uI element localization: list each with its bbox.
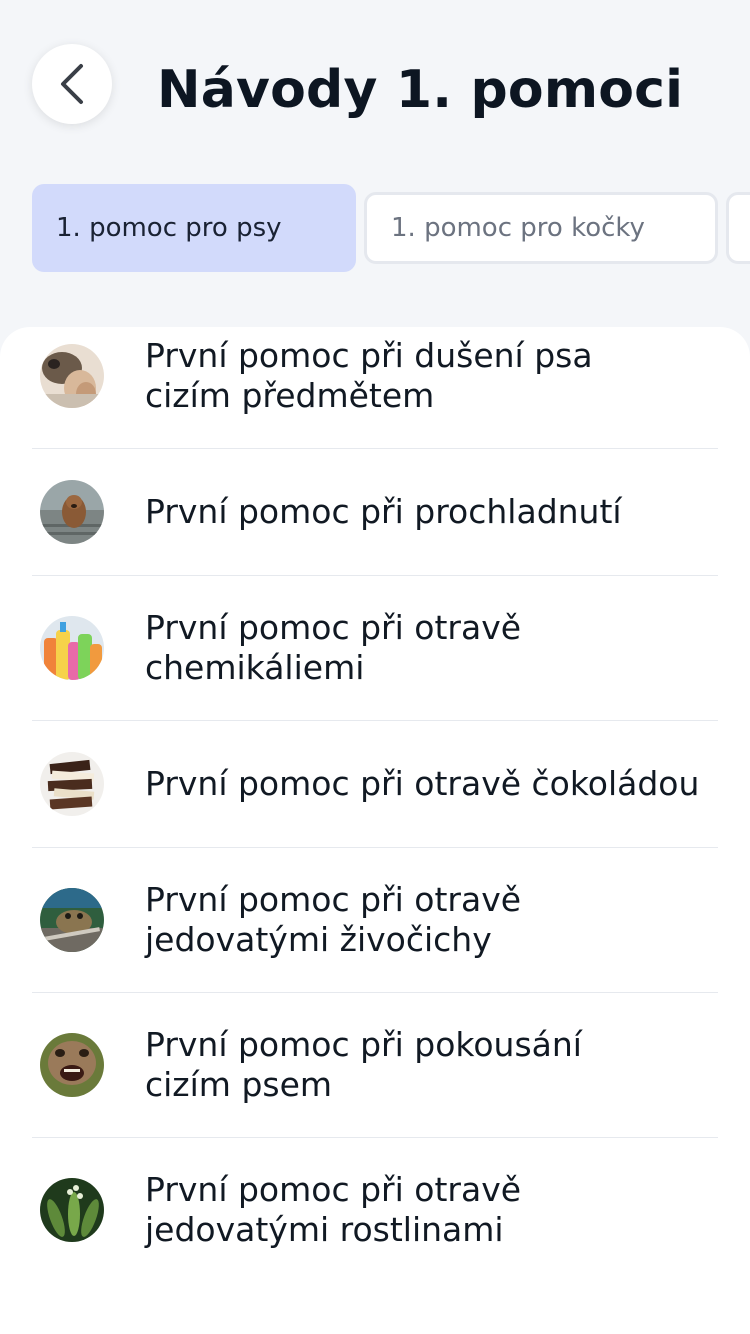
tab-cats[interactable]: 1. pomoc pro kočky — [364, 192, 718, 264]
list-item[interactable]: První pomoc při otravě jedovatými živoči… — [32, 848, 718, 993]
header: Návody 1. pomoci — [0, 0, 750, 150]
list-item[interactable]: První pomoc při dušení psa cizím předmět… — [32, 327, 718, 449]
back-button[interactable] — [32, 44, 112, 124]
category-tabs: 1. pomoc pro psy 1. pomoc pro kočky — [32, 184, 750, 274]
poisonous-plant-photo-icon — [40, 1178, 104, 1242]
chevron-left-icon — [61, 64, 83, 104]
item-title: První pomoc při otravě čokoládou — [145, 764, 700, 803]
page-title: Návody 1. pomoci — [157, 60, 684, 120]
list-item[interactable]: První pomoc při otravě jedovatými rostli… — [32, 1138, 718, 1282]
wet-dog-photo-icon — [40, 480, 104, 544]
item-title: První pomoc při otravě — [145, 608, 522, 647]
guides-list: První pomoc při dušení psa cizím předmět… — [32, 327, 718, 1282]
dog-choking-photo-icon — [40, 344, 104, 408]
item-title-line2: jedovatými rostlinami — [145, 1210, 504, 1249]
list-item[interactable]: První pomoc při pokousání cizím psem — [32, 993, 718, 1138]
tab-more[interactable] — [726, 192, 750, 264]
item-title-line2: jedovatými živočichy — [145, 920, 492, 959]
chocolate-photo-icon — [40, 752, 104, 816]
cleaning-chemicals-photo-icon — [40, 616, 104, 680]
aggressive-dog-photo-icon — [40, 1033, 104, 1097]
item-title: První pomoc při pokousání — [145, 1025, 582, 1064]
item-title: První pomoc při otravě — [145, 880, 522, 919]
list-item[interactable]: První pomoc při otravě chemikáliemi — [32, 576, 718, 721]
item-title: První pomoc při otravě — [145, 1170, 522, 1209]
toad-photo-icon — [40, 888, 104, 952]
item-title: První pomoc při dušení psa — [145, 336, 593, 375]
list-item[interactable]: První pomoc při prochladnutí — [32, 449, 718, 576]
item-title-line2: cizím psem — [145, 1065, 333, 1104]
guides-sheet: První pomoc při dušení psa cizím předmět… — [0, 327, 750, 1334]
list-item[interactable]: První pomoc při otravě čokoládou — [32, 721, 718, 848]
item-title: První pomoc při prochladnutí — [145, 492, 622, 531]
item-title-line2: chemikáliemi — [145, 648, 365, 687]
tab-dogs[interactable]: 1. pomoc pro psy — [32, 184, 356, 272]
item-title-line2: cizím předmětem — [145, 376, 435, 415]
